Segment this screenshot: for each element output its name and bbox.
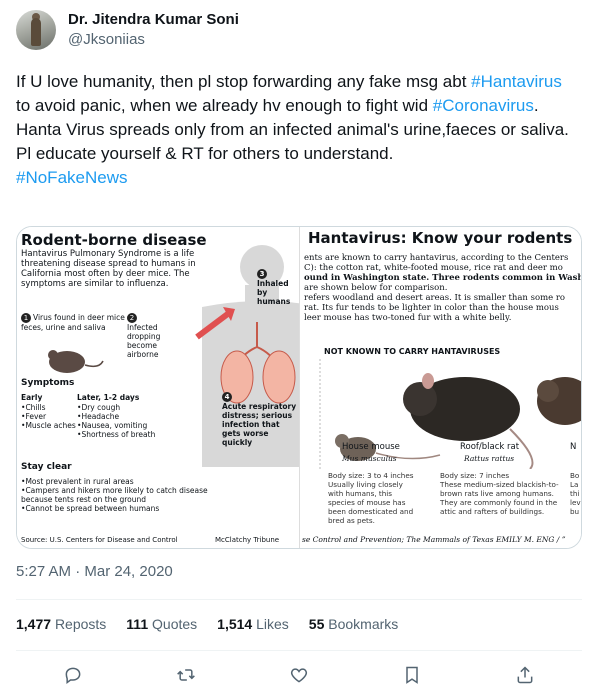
- bookmark-icon: [406, 666, 418, 684]
- tweet-stats: 1,477 Reposts 111 Quotes 1,514 Likes 55 …: [16, 616, 398, 632]
- credit-note: McClatchy Tribune: [215, 536, 280, 544]
- tweet-media[interactable]: Rodent-borne disease Hantavirus Pulmonar…: [16, 226, 582, 549]
- tweet-punctuation: .: [533, 96, 539, 115]
- reply-icon: [65, 667, 81, 684]
- rodent-scientific-name: Mus musculus: [342, 454, 397, 463]
- share-button[interactable]: [510, 660, 540, 690]
- like-button[interactable]: [284, 660, 314, 690]
- infographic-intro: ents are known to carry hantavirus, acco…: [304, 253, 582, 323]
- infographic-rodent-borne-disease: Rodent-borne disease Hantavirus Pulmonar…: [17, 227, 299, 548]
- bookmark-button[interactable]: [397, 660, 427, 690]
- display-name[interactable]: Dr. Jitendra Kumar Soni: [68, 10, 239, 30]
- tweet-timestamp[interactable]: 5:27 AM · Mar 24, 2020: [16, 563, 173, 580]
- tweet-line: to avoid panic, when we already hv enoug…: [16, 96, 433, 115]
- step-2: 2 Infected dropping become airborne: [127, 313, 161, 359]
- later-symptoms-list: Dry cough Headache Nausea, vomiting Shor…: [77, 403, 177, 439]
- tweet-text: If U love humanity, then pl stop forward…: [16, 70, 586, 190]
- divider: [16, 650, 582, 651]
- rodents-illustration: [319, 359, 581, 469]
- quotes-stat[interactable]: 111 Quotes: [126, 616, 197, 632]
- reposts-stat[interactable]: 1,477 Reposts: [16, 616, 106, 632]
- reply-button[interactable]: [58, 660, 88, 690]
- hashtag-link[interactable]: #Hantavirus: [471, 72, 562, 91]
- tweet-header: Dr. Jitendra Kumar Soni @Jksoniias: [16, 10, 239, 50]
- bookmarks-stat[interactable]: 55 Bookmarks: [309, 616, 399, 632]
- user-handle[interactable]: @Jksoniias: [68, 30, 239, 50]
- stay-clear-heading: Stay clear: [21, 462, 72, 472]
- action-bar: [16, 660, 582, 690]
- subheading: NOT KNOWN TO CARRY HANTAVIRUSES: [324, 347, 501, 356]
- stay-clear-list: Most prevalent in rural areas Campers an…: [21, 477, 221, 513]
- divider: [16, 599, 582, 600]
- avatar[interactable]: [16, 10, 56, 50]
- infographic-know-your-rodents: Hantavirus: Know your rodents ents are k…: [299, 227, 582, 548]
- symptoms-heading: Symptoms: [21, 378, 75, 388]
- rodent-description: Bo La thi lev bu: [570, 471, 581, 516]
- repost-button[interactable]: [171, 660, 201, 690]
- rodent-name: Roof/black rat: [460, 442, 520, 452]
- later-heading: Later, 1-2 days: [77, 393, 140, 402]
- repost-icon: [176, 669, 195, 681]
- step-3: 3 Inhaled by humans: [257, 269, 291, 306]
- share-icon: [517, 666, 533, 684]
- rodent-description: Body size: 7 inches These medium-sized b…: [440, 471, 559, 516]
- infographic-title: Hantavirus: Know your rodents: [308, 229, 573, 247]
- rodent-name: House mouse: [342, 442, 400, 452]
- hashtag-link[interactable]: #Coronavirus: [433, 96, 534, 115]
- tweet-line: Hanta Virus spreads only from an infecte…: [16, 120, 569, 139]
- tweet-line: If U love humanity, then pl stop forward…: [16, 72, 472, 91]
- like-icon: [290, 668, 308, 683]
- rodent-scientific-name: Rattus rattus: [464, 454, 515, 463]
- source-note: se Control and Prevention; The Mammals o…: [302, 535, 566, 544]
- likes-stat[interactable]: 1,514 Likes: [217, 616, 289, 632]
- early-symptoms-list: Chills Fever Muscle aches: [21, 403, 76, 430]
- rodent-name: N: [570, 442, 577, 452]
- tweet-line: Pl educate yourself & RT for others to u…: [16, 144, 394, 163]
- hashtag-link[interactable]: #NoFakeNews: [16, 168, 128, 187]
- step-4: 4 Acute respiratory distress; serious inf…: [222, 392, 297, 447]
- rodent-description: Body size: 3 to 4 inches Usually living …: [328, 471, 414, 525]
- source-note: Source: U.S. Centers for Disease and Con…: [21, 536, 178, 544]
- early-heading: Early: [21, 393, 43, 402]
- step-1: 1 Virus found in deer mice feces, urine a…: [21, 313, 125, 332]
